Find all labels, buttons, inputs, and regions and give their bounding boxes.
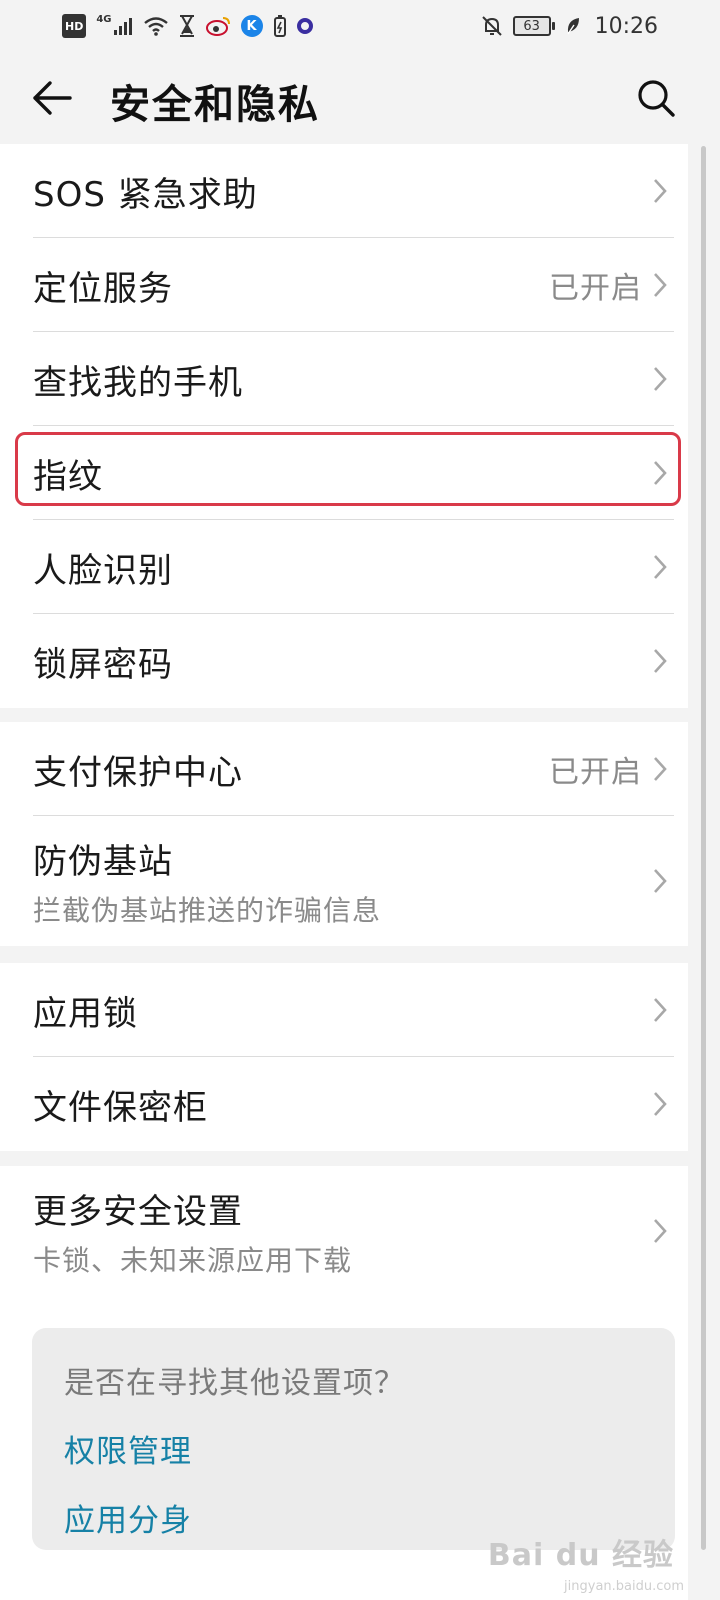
link-permission-management[interactable]: 权限管理 [64, 1426, 643, 1471]
item-label: 更多安全设置 [33, 1191, 243, 1232]
wifi-icon [143, 14, 169, 38]
item-label: SOS 紧急求助 [33, 174, 258, 215]
item-label: 查找我的手机 [33, 362, 243, 403]
item-label: 锁屏密码 [33, 644, 173, 685]
signal-icon: 4G [96, 14, 132, 38]
item-label: 应用锁 [33, 993, 138, 1034]
weibo-icon [205, 14, 231, 38]
item-subtitle: 拦截伪基站推送的诈骗信息 [33, 893, 382, 927]
top-bar: 安全和隐私 [0, 52, 720, 144]
back-button[interactable] [30, 76, 74, 120]
chevron-right-icon [654, 649, 667, 673]
item-label-block: 防伪基站 拦截伪基站推送的诈骗信息 [33, 834, 381, 929]
k-app-icon: K [240, 15, 263, 37]
item-subtitle: 卡锁、未知来源应用下载 [33, 1243, 353, 1277]
watermark-url: jingyan.baidu.com [564, 1579, 684, 1594]
page-title: 安全和隐私 [110, 82, 320, 128]
item-face-recognition[interactable]: 人脸识别 [0, 520, 688, 614]
item-file-safe[interactable]: 文件保密柜 [0, 1057, 688, 1151]
item-sos[interactable]: SOS 紧急求助 [0, 144, 688, 238]
chevron-right-icon [654, 998, 667, 1022]
settings-group-3: 应用锁 文件保密柜 [0, 963, 688, 1151]
battery-icon: 63 [512, 16, 555, 36]
chevron-right-icon [654, 1219, 667, 1243]
status-left: HD 4G K [62, 14, 313, 38]
item-more-security[interactable]: 更多安全设置 卡锁、未知来源应用下载 [0, 1166, 688, 1296]
item-label: 防伪基站 [33, 841, 173, 882]
item-find-phone[interactable]: 查找我的手机 [0, 332, 688, 426]
item-location[interactable]: 定位服务 已开启 [0, 238, 688, 332]
item-status: 已开启 [549, 271, 642, 306]
hourglass-icon [179, 14, 195, 38]
item-label: 文件保密柜 [33, 1087, 208, 1128]
ring-app-icon [296, 18, 313, 34]
item-fake-base-station[interactable]: 防伪基站 拦截伪基站推送的诈骗信息 [0, 816, 688, 946]
search-button[interactable] [634, 76, 678, 120]
settings-group-1: SOS 紧急求助 定位服务 已开启 查找我的手机 指纹 人脸识别 锁屏密码 [0, 144, 688, 708]
battery-level: 63 [512, 16, 551, 36]
chevron-right-icon [654, 869, 667, 893]
suggestion-title: 是否在寻找其他设置项？ [64, 1366, 405, 1401]
item-lock-password[interactable]: 锁屏密码 [0, 614, 688, 708]
chevron-right-icon [654, 179, 667, 203]
leaf-icon [565, 14, 581, 38]
settings-group-2: 支付保护中心 已开启 防伪基站 拦截伪基站推送的诈骗信息 [0, 722, 688, 946]
chevron-right-icon [654, 757, 667, 781]
item-payment-protection[interactable]: 支付保护中心 已开启 [0, 722, 688, 816]
item-status: 已开启 [549, 755, 642, 790]
item-label: 定位服务 [33, 268, 173, 309]
hd-icon: HD [62, 14, 87, 38]
settings-group-4: 更多安全设置 卡锁、未知来源应用下载 [0, 1166, 688, 1296]
status-bar: HD 4G K 63 10:26 [0, 0, 720, 52]
item-label-block: 更多安全设置 卡锁、未知来源应用下载 [33, 1184, 352, 1279]
item-label: 支付保护中心 [33, 752, 243, 793]
chevron-right-icon [654, 273, 667, 297]
scrollbar[interactable] [701, 146, 706, 1550]
chevron-right-icon [654, 367, 667, 391]
chevron-right-icon [654, 555, 667, 579]
arrow-left-icon [33, 81, 72, 115]
chevron-right-icon [654, 1092, 667, 1116]
highlight-box [15, 432, 681, 506]
status-right: 63 10:26 [481, 14, 658, 39]
mute-icon [481, 14, 503, 38]
search-icon [638, 80, 675, 117]
network-label: 4G [96, 14, 112, 25]
suggestion-card: 是否在寻找其他设置项？ 权限管理 应用分身 [32, 1328, 675, 1550]
battery-tip [551, 22, 555, 30]
item-label: 人脸识别 [33, 550, 173, 591]
battery-saver-icon [273, 14, 287, 38]
watermark-logo: Bai du 经验 [487, 1538, 674, 1573]
clock: 10:26 [594, 13, 658, 39]
item-app-lock[interactable]: 应用锁 [0, 963, 688, 1057]
